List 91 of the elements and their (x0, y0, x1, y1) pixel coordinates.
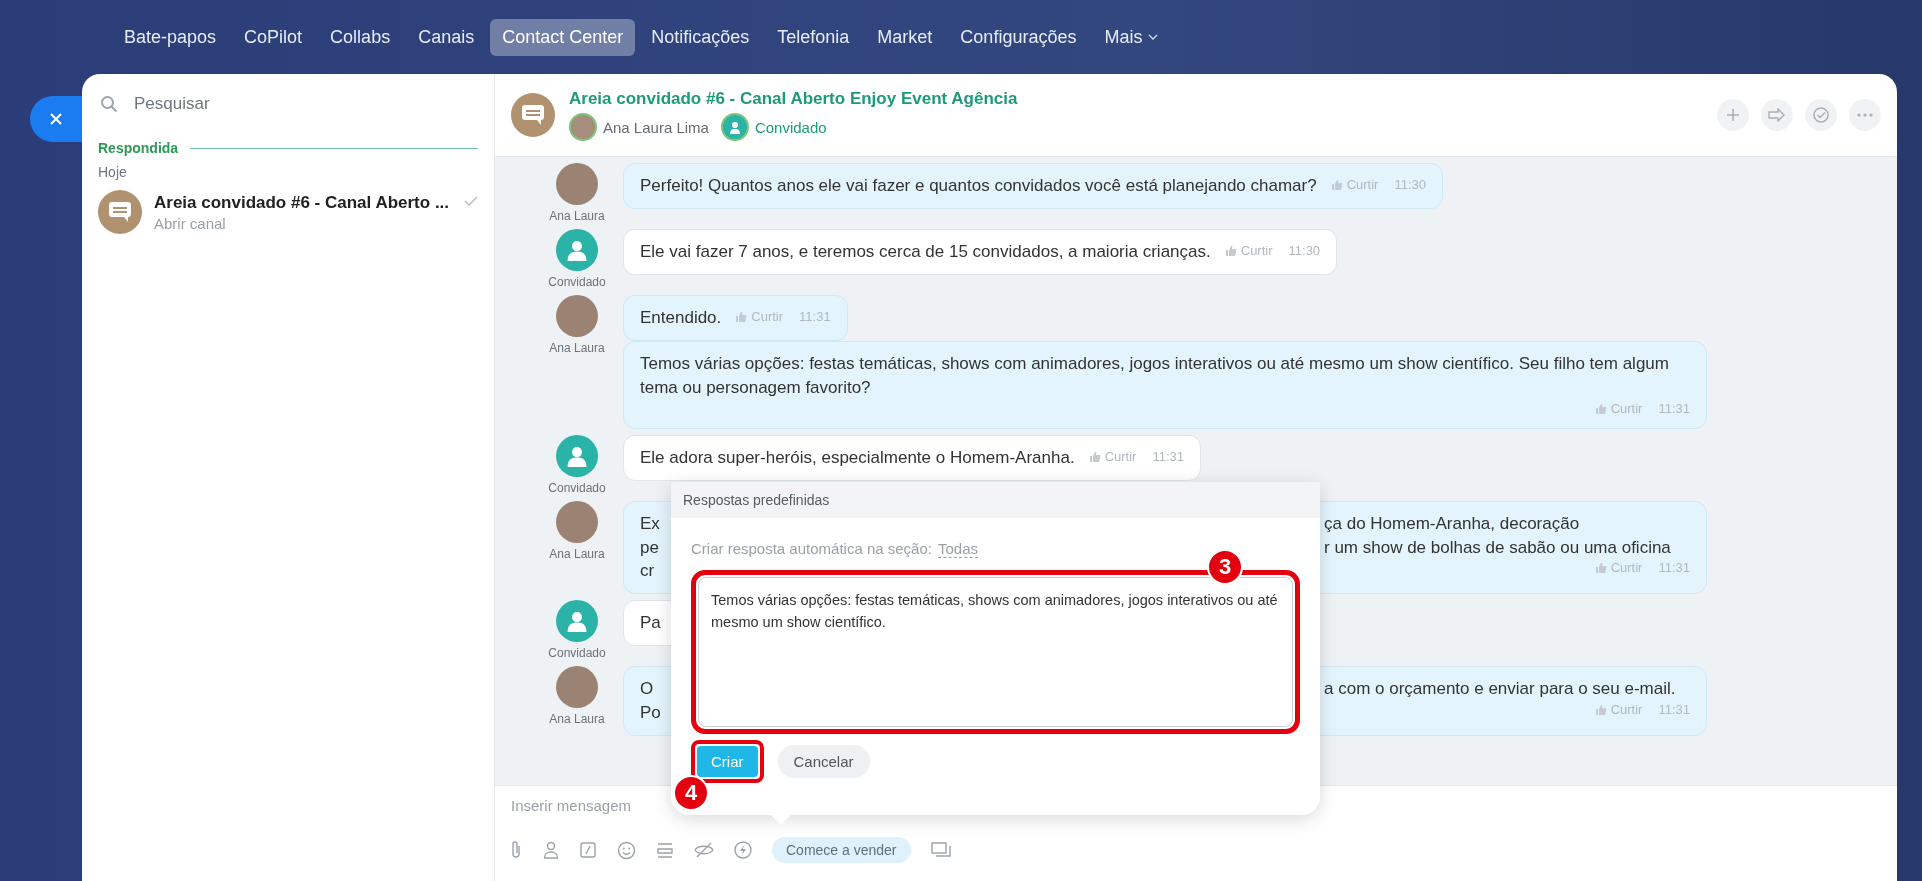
thumbs-up-icon[interactable] (1594, 562, 1607, 575)
user-avatar (556, 163, 598, 205)
user-avatar (556, 500, 598, 543)
message-text: cr (640, 560, 656, 583)
participant-name[interactable]: Convidado (754, 118, 827, 136)
eye-off-icon[interactable] (694, 842, 714, 858)
windows-icon[interactable] (930, 842, 951, 858)
thumbs-up-icon[interactable] (1224, 245, 1237, 257)
author-name: Ana Laura (549, 209, 605, 223)
more-icon (1857, 113, 1873, 117)
paperclip-icon[interactable] (509, 840, 523, 860)
close-icon (49, 112, 63, 126)
author-name: Convidado (548, 275, 606, 289)
sell-button[interactable]: Comece a vender (772, 837, 911, 863)
thumbs-up-icon[interactable] (1330, 179, 1343, 191)
nav-tab[interactable]: Market (865, 18, 945, 56)
message-time: 11:31 (1658, 559, 1690, 578)
guest-avatar-icon (556, 229, 598, 271)
guest-avatar-icon (556, 434, 598, 477)
user-avatar (556, 295, 598, 337)
message-text: O (640, 678, 655, 701)
user-avatar (569, 113, 597, 141)
message-text: Ele adora super-heróis, especialmente o Homem-Aranha. (640, 446, 1075, 469)
person-icon[interactable] (543, 841, 559, 859)
message-time: 11:30 (1288, 241, 1321, 260)
search-icon (100, 95, 118, 113)
nav-tab[interactable]: Collabs (318, 18, 403, 56)
message-text: a com o orçamento e enviar para o seu e-mail. (1324, 678, 1677, 701)
close-button[interactable] (30, 96, 82, 142)
thumbs-up-icon[interactable] (735, 311, 748, 323)
nav-tab[interactable]: Bate-papos (112, 18, 229, 56)
author-name: Ana Laura (549, 712, 605, 727)
plus-icon (1725, 107, 1741, 123)
participant-name[interactable]: Ana Laura Lima (603, 118, 709, 136)
nav-tab[interactable]: CoPilot (232, 18, 315, 56)
message-time: 11:31 (799, 307, 831, 326)
add-button[interactable] (1717, 99, 1749, 131)
lightning-icon[interactable] (734, 841, 752, 859)
chat-title: Areia convidado #6 - Canal Aberto ... (154, 192, 451, 213)
message-time: 11:31 (1658, 700, 1690, 719)
forward-button[interactable] (1761, 99, 1793, 131)
message-text: r um show de bolhas de sabão ou uma oficina (1324, 536, 1672, 559)
slash-command-icon[interactable] (579, 841, 597, 859)
chat-list-item[interactable]: Areia convidado #6 - Canal Aberto ... Abrir canal (98, 190, 478, 234)
message-text: Po (640, 701, 661, 724)
date-label: Hoje (98, 164, 128, 180)
cancel-button[interactable]: Cancelar (777, 745, 870, 778)
stack-icon[interactable] (656, 841, 674, 859)
caret-icon (1148, 34, 1159, 40)
chat-avatar-icon (98, 190, 142, 234)
message-text: Ex (640, 512, 660, 535)
check-circle-button[interactable] (1805, 99, 1837, 131)
arrow-right-icon (1768, 108, 1786, 122)
thumbs-up-icon[interactable] (1594, 402, 1607, 415)
answer-textarea[interactable]: Temos várias opções: festas temáticas, shows com animadores, jogos interativos ou até mesmo um show científico. (698, 577, 1293, 727)
more-menu[interactable]: Mais (1092, 18, 1171, 56)
chat-subtitle: Abrir canal (154, 214, 227, 232)
smiley-icon[interactable] (617, 840, 636, 860)
chat-title[interactable]: Areia convidado #6 - Canal Aberto Enjoy Event Agência (569, 89, 1703, 109)
nav-tab[interactable]: Contact Center (490, 18, 636, 56)
annotation-badge: 3 (1207, 549, 1243, 585)
author-name: Convidado (548, 480, 606, 495)
nav-tab[interactable]: Notificações (639, 18, 762, 56)
thumbs-up-icon[interactable] (1088, 450, 1101, 463)
check-circle-icon (1812, 106, 1830, 124)
author-name: Convidado (548, 646, 606, 661)
guest-avatar-icon (720, 113, 749, 141)
message-time: 11:30 (1394, 175, 1426, 194)
message-text: pe (640, 536, 660, 559)
message-text: Perfeito! Quantos anos ele vai fazer e quantos convidados você está planejando chamar? (640, 175, 1317, 197)
nav-tab[interactable]: Configurações (948, 18, 1089, 56)
chat-avatar-icon (511, 93, 555, 137)
guest-avatar-icon (556, 600, 598, 643)
author-name: Ana Laura (549, 341, 605, 355)
section-label: Criar resposta automática na seção: (691, 540, 932, 558)
group-label: Respondida (98, 140, 179, 156)
thumbs-up-icon[interactable] (1594, 704, 1607, 717)
popup-title: Respostas predefinidas (671, 482, 1320, 518)
message-text: ça do Homem-Aranha, decoração (1324, 512, 1581, 535)
message-text: Ele vai fazer 7 anos, e teremos cerca de 15 convidados, a maioria crianças. (640, 241, 1211, 263)
user-avatar (556, 666, 598, 709)
more-button[interactable] (1849, 99, 1881, 131)
message-time: 11:31 (1152, 447, 1185, 466)
annotation-badge: 4 (673, 775, 709, 811)
author-name: Ana Laura (549, 546, 605, 561)
message-time: 11:31 (1658, 399, 1690, 418)
message-text: Temos várias opções: festas temáticas, shows com animadores, jogos interativos ou até mesmo um show científico. Seu filho tem algum tema ou personagem favorito? (640, 353, 1670, 399)
message-text: Entendido. (640, 307, 722, 329)
nav-tab[interactable]: Telefonia (765, 18, 862, 56)
message-text: Pa (640, 612, 661, 635)
nav-tab[interactable]: Canais (406, 18, 487, 56)
